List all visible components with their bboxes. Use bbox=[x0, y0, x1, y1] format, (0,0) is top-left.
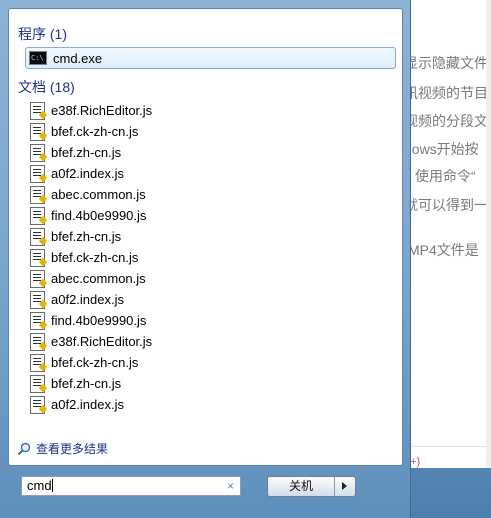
result-label: a0f2.index.js bbox=[51, 166, 124, 181]
list-item[interactable]: find.4b0e9990.js bbox=[26, 310, 396, 331]
search-results-pane: 程序 (1) C:\ cmd.exe 文档 (18) e38f.RichEdit… bbox=[8, 8, 403, 466]
js-file-icon bbox=[30, 206, 45, 225]
result-label: abec.common.js bbox=[51, 271, 146, 286]
see-more-results-link[interactable]: 查看更多结果 bbox=[17, 440, 108, 457]
list-item[interactable]: a0f2.index.js bbox=[26, 289, 396, 310]
result-label: cmd.exe bbox=[53, 50, 103, 66]
start-menu: 程序 (1) C:\ cmd.exe 文档 (18) e38f.RichEdit… bbox=[0, 0, 411, 518]
js-file-icon bbox=[30, 248, 45, 267]
result-label: find.4b0e9990.js bbox=[51, 208, 147, 223]
js-file-icon bbox=[30, 311, 45, 330]
js-file-icon bbox=[30, 122, 45, 141]
js-file-icon bbox=[30, 353, 45, 372]
js-file-icon bbox=[30, 101, 45, 120]
doc-scrollbar[interactable] bbox=[486, 0, 491, 468]
result-label: find.4b0e9990.js bbox=[51, 313, 147, 328]
js-file-icon bbox=[30, 227, 45, 246]
background-document-window: 显示隐藏文件 讯视频的节目 视频的分段文 dows开始按 使用命令“ 就可以得到… bbox=[398, 0, 491, 468]
clear-search-icon[interactable]: × bbox=[227, 477, 234, 495]
result-label: e38f.RichEditor.js bbox=[51, 103, 153, 118]
result-label: bfef.zh-cn.js bbox=[51, 229, 122, 244]
see-more-label: 查看更多结果 bbox=[36, 442, 109, 456]
js-file-icon bbox=[30, 185, 45, 204]
result-cmd-exe[interactable]: C:\ cmd.exe bbox=[25, 47, 396, 69]
doc-text-line: 使用命令“ bbox=[415, 168, 476, 184]
js-file-icon bbox=[30, 269, 45, 288]
list-item[interactable]: bfef.zh-cn.js bbox=[26, 373, 396, 394]
shutdown-button[interactable]: 关机 bbox=[267, 476, 356, 497]
shutdown-options-arrow-icon[interactable] bbox=[335, 477, 355, 496]
text-caret bbox=[51, 479, 53, 492]
documents-group-title[interactable]: 文档 (18) bbox=[18, 77, 75, 97]
js-file-icon bbox=[30, 143, 45, 162]
search-input[interactable]: cmd × bbox=[21, 476, 241, 496]
cmd-console-icon: C:\ bbox=[29, 51, 47, 65]
result-label: bfef.ck-zh-cn.js bbox=[51, 124, 139, 139]
js-file-icon bbox=[30, 332, 45, 351]
doc-text-line: 就可以得到一 bbox=[404, 197, 488, 213]
result-label: bfef.ck-zh-cn.js bbox=[51, 250, 139, 265]
js-file-icon bbox=[30, 164, 45, 183]
list-item[interactable]: bfef.ck-zh-cn.js bbox=[26, 121, 396, 142]
doc-divider bbox=[399, 446, 491, 447]
programs-group-title[interactable]: 程序 (1) bbox=[18, 24, 67, 44]
list-item[interactable]: a0f2.index.js bbox=[26, 394, 396, 415]
result-label: bfef.ck-zh-cn.js bbox=[51, 355, 139, 370]
result-label: bfef.zh-cn.js bbox=[51, 376, 122, 391]
result-label: a0f2.index.js bbox=[51, 292, 124, 307]
list-item[interactable]: find.4b0e9990.js bbox=[26, 205, 396, 226]
js-file-icon bbox=[30, 395, 45, 414]
list-item[interactable]: bfef.ck-zh-cn.js bbox=[26, 352, 396, 373]
doc-text-line: MP4文件是 bbox=[408, 242, 479, 258]
list-item[interactable]: a0f2.index.js bbox=[26, 163, 396, 184]
doc-text-line: 视频的分段文 bbox=[404, 113, 488, 129]
doc-text-line: dows开始按 bbox=[404, 141, 479, 157]
js-file-icon bbox=[30, 374, 45, 393]
list-item[interactable]: abec.common.js bbox=[26, 184, 396, 205]
list-item[interactable]: bfef.zh-cn.js bbox=[26, 226, 396, 247]
result-label: e38f.RichEditor.js bbox=[51, 334, 153, 349]
result-label: bfef.zh-cn.js bbox=[51, 145, 122, 160]
doc-text-line: 显示隐藏文件 bbox=[404, 55, 488, 71]
list-item[interactable]: abec.common.js bbox=[26, 268, 396, 289]
list-item[interactable]: e38f.RichEditor.js bbox=[26, 100, 396, 121]
result-label: a0f2.index.js bbox=[51, 397, 124, 412]
shutdown-label[interactable]: 关机 bbox=[268, 477, 334, 496]
magnifier-icon bbox=[17, 442, 31, 455]
doc-text-line: 讯视频的节目 bbox=[404, 85, 488, 101]
search-input-value: cmd bbox=[27, 478, 52, 493]
js-file-icon bbox=[30, 290, 45, 309]
list-item[interactable]: bfef.ck-zh-cn.js bbox=[26, 247, 396, 268]
result-label: abec.common.js bbox=[51, 187, 146, 202]
list-item[interactable]: e38f.RichEditor.js bbox=[26, 331, 396, 352]
list-item[interactable]: bfef.zh-cn.js bbox=[26, 142, 396, 163]
